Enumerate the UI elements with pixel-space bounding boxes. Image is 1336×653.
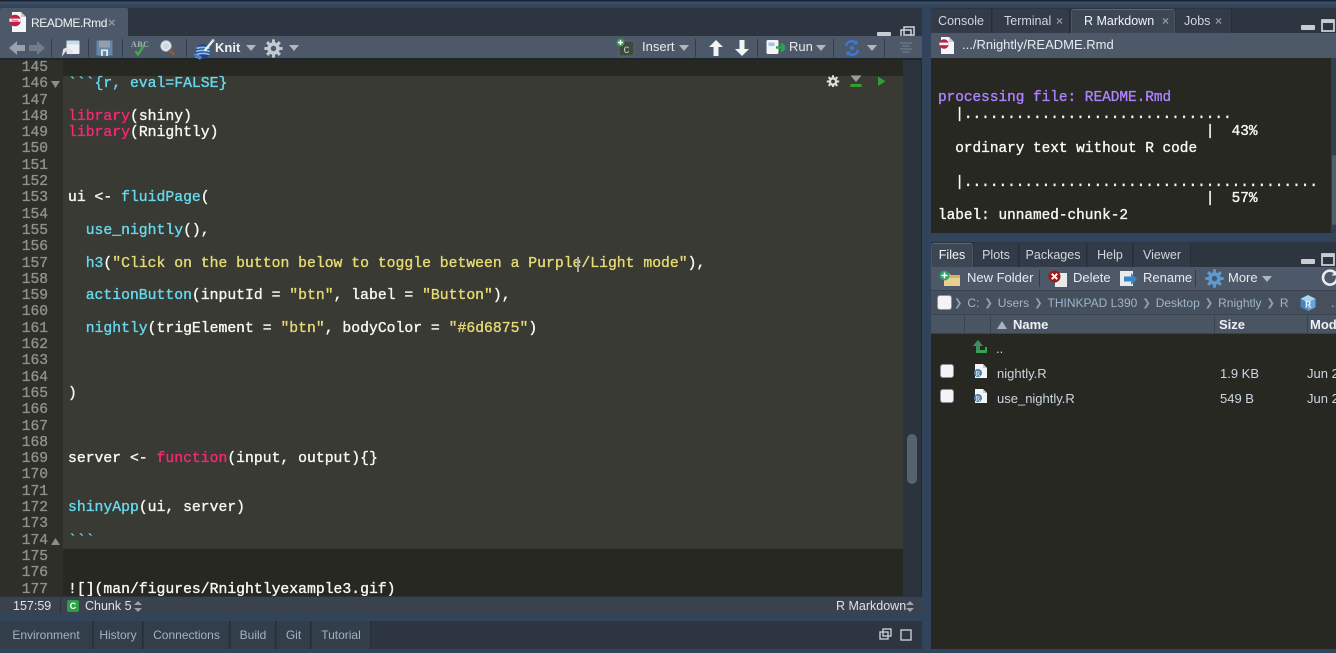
svg-text:C: C (623, 46, 629, 57)
svg-text:Rmd: Rmd (12, 19, 19, 23)
svg-text:R: R (976, 370, 981, 378)
svg-text:ABC: ABC (131, 40, 149, 49)
svg-text:R: R (1305, 301, 1312, 311)
svg-text:R: R (976, 395, 981, 403)
